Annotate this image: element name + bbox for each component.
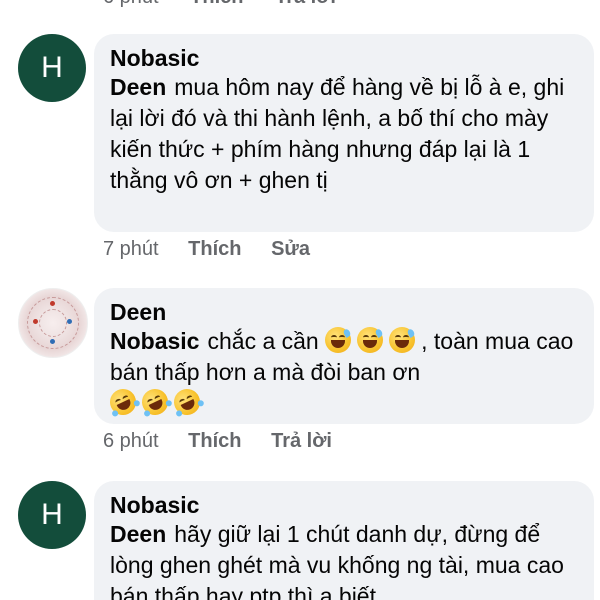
- comment-author[interactable]: Nobasic: [110, 491, 578, 519]
- comment-bubble: Deen Nobasic chắc a cần , toàn mua cao bá…: [94, 288, 594, 424]
- mention-tag[interactable]: Nobasic: [110, 328, 199, 354]
- comment-actions: 6 phút Thích Trả lời: [103, 430, 356, 453]
- mention-tag[interactable]: Deen: [110, 521, 166, 547]
- comment-time: 6 phút: [103, 0, 159, 8]
- comment-text: Deen hãy giữ lại 1 chút danh dự, đừng để …: [110, 519, 578, 600]
- like-button[interactable]: Thích: [188, 238, 241, 260]
- comment-author[interactable]: Deen: [110, 298, 578, 326]
- comment-text: Deen mua hôm nay để hàng về bị lỗ à e, gh…: [110, 72, 578, 196]
- comment-bubble: Nobasic Deen hãy giữ lại 1 chút danh dự, …: [94, 481, 594, 600]
- rofl-icon: [137, 384, 173, 420]
- avatar[interactable]: H: [18, 481, 86, 549]
- comment-author[interactable]: Nobasic: [110, 44, 578, 72]
- comment-body-text: hãy giữ lại 1 chút danh dự, đừng để lòng…: [110, 521, 564, 600]
- comment-body-text: chắc a cần: [207, 328, 319, 354]
- reply-button[interactable]: Trả lời: [271, 430, 332, 452]
- grinning-sweat-icon: [325, 327, 352, 353]
- like-button[interactable]: Thích: [188, 430, 241, 452]
- reply-button[interactable]: Trả lời: [275, 0, 336, 8]
- comment-thread: 6 phút Thích Trả lời H Nobasic Deenmua h…: [0, 0, 600, 600]
- like-button[interactable]: Thích: [190, 0, 243, 8]
- comment-actions: 7 phút Thích Sửa: [103, 238, 334, 261]
- comment-body-text: mua hôm nay để hàng về bị lỗ à e, ghi lạ…: [110, 74, 565, 193]
- avatar[interactable]: [18, 288, 88, 358]
- rofl-icon: [105, 384, 141, 420]
- previous-comment-actions: 6 phút Thích Trả lời: [103, 0, 362, 9]
- comment-bubble: Nobasic Deen mua hôm nay để hàng về bị lỗ…: [94, 34, 594, 232]
- avatar[interactable]: H: [18, 34, 86, 102]
- mention-tag[interactable]: Deen: [110, 74, 166, 100]
- edit-button[interactable]: Sửa: [271, 238, 310, 260]
- comment-text: Nobasic chắc a cần , toàn mua cao bán thấ…: [105, 326, 578, 420]
- rofl-icon: [169, 384, 205, 420]
- profile-photo-icon: [19, 289, 87, 357]
- comment-time[interactable]: 6 phút: [103, 430, 159, 452]
- avatar-letter: H: [41, 498, 63, 531]
- comment-time[interactable]: 7 phút: [103, 238, 159, 260]
- grinning-sweat-icon: [357, 327, 384, 353]
- avatar-letter: H: [41, 51, 63, 84]
- grinning-sweat-icon: [389, 327, 416, 353]
